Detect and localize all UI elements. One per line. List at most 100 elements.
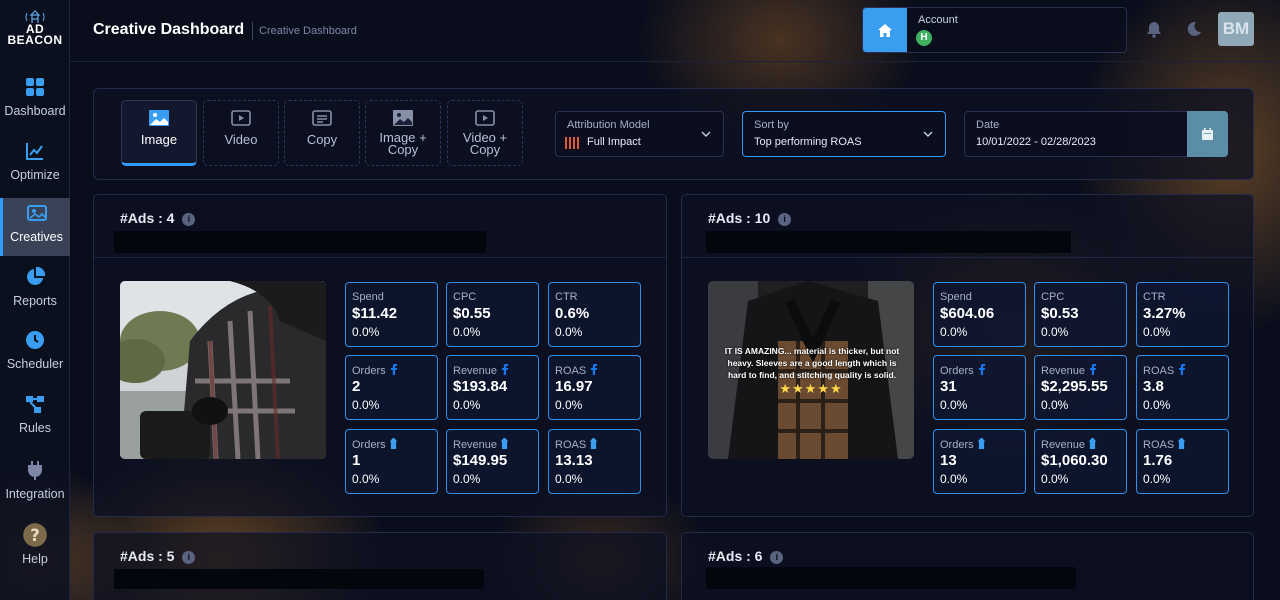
- sidebar-item-help[interactable]: ? Help: [0, 518, 70, 576]
- metric-label: Orders: [940, 438, 986, 451]
- beacon-icon: [589, 438, 598, 449]
- image-icon: [393, 110, 413, 126]
- metric-value: 31: [940, 378, 957, 395]
- tab-label: Image + Copy: [379, 130, 427, 157]
- page-title: Creative Dashboard: [93, 21, 245, 38]
- metric-spend: Spend $604.06 0.0%: [933, 282, 1026, 347]
- account-selector[interactable]: Account H: [862, 7, 1127, 53]
- tab-label: Video: [224, 132, 258, 147]
- redacted-text: [114, 569, 484, 589]
- metric-label: ROAS: [555, 364, 598, 377]
- metric-value: 13.13: [555, 452, 593, 469]
- ad-thumbnail[interactable]: IT IS AMAZING... material is thicker, bu…: [708, 281, 914, 459]
- metric-label: Revenue: [1041, 364, 1097, 377]
- metric-value: 0.6%: [555, 305, 590, 322]
- tab-label: Copy: [306, 132, 338, 147]
- metric-value: 1: [352, 452, 361, 469]
- metric-value: $1,060.30: [1041, 452, 1108, 469]
- metric-ctr: CTR 3.27% 0.0%: [1136, 282, 1229, 347]
- logo[interactable]: AD BEACON: [0, 10, 70, 50]
- metric-orders-facebook: Orders 31 0.0%: [933, 355, 1026, 420]
- svg-text:?: ?: [30, 526, 40, 545]
- metric-change: 0.0%: [1041, 325, 1069, 339]
- attribution-model-value: Full Impact: [587, 136, 641, 148]
- sidebar-item-dashboard[interactable]: Dashboard: [0, 72, 70, 130]
- tab-image-copy[interactable]: Image + Copy: [365, 100, 441, 166]
- date-range-input[interactable]: Date 10/01/2022 - 02/28/2023: [964, 111, 1189, 157]
- sidebar-item-reports[interactable]: Reports: [0, 262, 70, 320]
- ad-thumbnail[interactable]: [120, 281, 326, 459]
- metric-revenue-beacon: Revenue $1,060.30 0.0%: [1034, 429, 1127, 494]
- breadcrumb-divider: [252, 22, 253, 40]
- sidebar-item-label: Dashboard: [4, 104, 66, 118]
- metric-label-text: ROAS: [1143, 365, 1175, 377]
- metric-value: 1.76: [1143, 452, 1173, 469]
- metric-label-text: Orders: [940, 365, 974, 377]
- moon-icon[interactable]: [1186, 21, 1202, 37]
- metric-value: $193.84: [453, 378, 508, 395]
- date-value: 10/01/2022 - 02/28/2023: [976, 136, 1096, 148]
- sidebar-item-integration[interactable]: Integration: [0, 455, 70, 513]
- sidebar-item-optimize[interactable]: Optimize: [0, 136, 70, 194]
- calendar-button[interactable]: [1187, 111, 1228, 157]
- sort-by-select[interactable]: Sort by Top performing ROAS: [742, 111, 946, 157]
- rating-stars: ★★★★★: [779, 381, 843, 396]
- calendar-icon: [1202, 128, 1213, 140]
- metric-label-text: Orders: [352, 439, 386, 451]
- tab-video[interactable]: Video: [203, 100, 279, 166]
- sidebar-item-label: Creatives: [10, 230, 63, 244]
- metric-label-text: Revenue: [1041, 365, 1086, 377]
- metric-orders-beacon: Orders 13 0.0%: [933, 429, 1026, 494]
- ad-group-card: #Ads : 10 i IT IS AMAZING... material is…: [681, 194, 1254, 517]
- card-title: #Ads : 10 i: [708, 210, 792, 226]
- text-icon: [312, 110, 332, 126]
- sidebar-item-creatives[interactable]: Creatives: [0, 198, 70, 256]
- sidebar-item-rules[interactable]: Rules: [0, 389, 70, 447]
- metric-change: 0.0%: [555, 398, 583, 412]
- sidebar-item-scheduler[interactable]: Scheduler: [0, 325, 70, 383]
- tab-copy[interactable]: Copy: [284, 100, 360, 166]
- info-icon[interactable]: i: [770, 551, 784, 564]
- facebook-icon: [978, 364, 985, 375]
- ad-image: [120, 281, 326, 459]
- metric-revenue-facebook: Revenue $2,295.55 0.0%: [1034, 355, 1127, 420]
- metric-roas-facebook: ROAS 16.97 0.0%: [548, 355, 641, 420]
- metric-value: 16.97: [555, 378, 593, 395]
- metric-roas-beacon: ROAS 13.13 0.0%: [548, 429, 641, 494]
- bell-icon[interactable]: [1145, 20, 1163, 38]
- tab-video-copy[interactable]: Video + Copy: [447, 100, 523, 166]
- facebook-icon: [390, 364, 397, 375]
- metric-label: Revenue: [1041, 438, 1097, 451]
- beacon-icon: [977, 438, 985, 449]
- facebook-icon: [1090, 364, 1097, 375]
- beacon-icon: [1177, 438, 1186, 449]
- filter-bar: Image Video Copy Image + Copy Video + Co…: [93, 88, 1254, 180]
- metric-label: Orders: [352, 438, 398, 451]
- sidebar-item-label: Reports: [13, 294, 57, 308]
- avatar[interactable]: BM: [1218, 12, 1254, 46]
- plug-icon: [28, 461, 42, 480]
- info-icon[interactable]: i: [182, 213, 196, 226]
- metric-ctr: CTR 0.6% 0.0%: [548, 282, 641, 347]
- tab-image[interactable]: Image: [121, 100, 197, 166]
- tab-label: Video + Copy: [462, 130, 508, 157]
- ads-count: #Ads : 4: [120, 210, 175, 226]
- sidebar-item-label: Integration: [5, 487, 65, 501]
- ads-count: #Ads : 5: [120, 548, 175, 564]
- breadcrumb[interactable]: Creative Dashboard: [259, 25, 357, 37]
- metric-value: $604.06: [940, 305, 995, 322]
- attribution-model-select[interactable]: Attribution Model Full Impact: [555, 111, 724, 157]
- metric-change: 0.0%: [940, 472, 968, 486]
- ad-group-card: #Ads : 4 i Spend $11.42 0.0% CPC $0.55 0…: [93, 194, 667, 517]
- info-icon[interactable]: i: [778, 213, 792, 226]
- account-label: Account: [918, 14, 958, 26]
- home-button[interactable]: [863, 8, 907, 52]
- metric-label: Orders: [940, 364, 986, 377]
- metric-label: ROAS: [1143, 364, 1186, 377]
- chevron-down-icon: [923, 131, 933, 137]
- metric-revenue-facebook: Revenue $193.84 0.0%: [446, 355, 539, 420]
- beacon-icon: [500, 438, 509, 449]
- info-icon[interactable]: i: [182, 551, 196, 564]
- sort-by-value: Top performing ROAS: [754, 136, 862, 148]
- metric-label-text: ROAS: [555, 365, 587, 377]
